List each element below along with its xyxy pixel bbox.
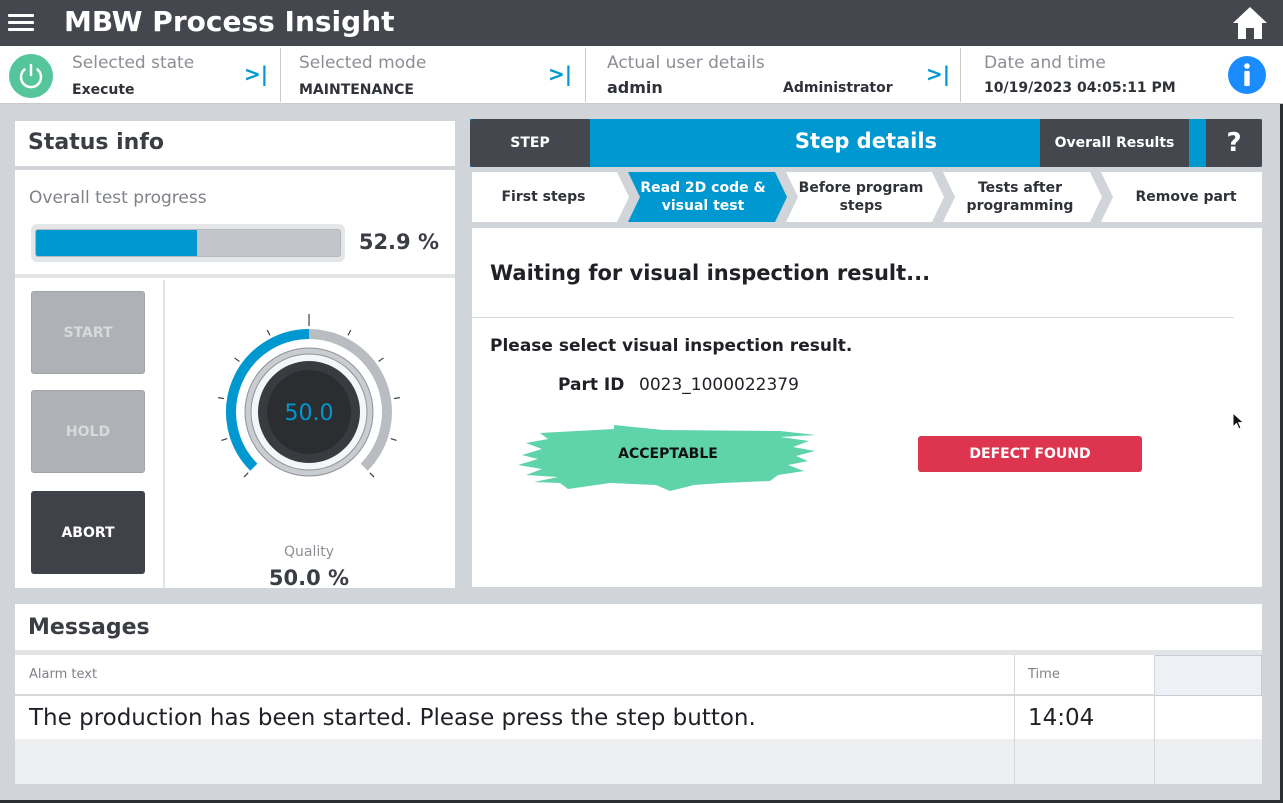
table-row[interactable] xyxy=(15,739,1262,784)
divider xyxy=(585,48,586,102)
gauge-tick xyxy=(221,438,228,442)
user-name: admin xyxy=(607,78,663,97)
chevron-right-bar-icon[interactable]: >| xyxy=(244,62,268,86)
message-text: The production has been started. Please … xyxy=(29,705,756,731)
divider xyxy=(15,274,455,278)
step-before-program[interactable]: Before program steps xyxy=(798,172,924,222)
column-header-time[interactable]: Time xyxy=(1014,655,1154,696)
acceptable-button[interactable]: ACCEPTABLE xyxy=(518,425,818,493)
gauge-tick xyxy=(243,472,249,478)
step-details-title: Step details xyxy=(794,129,938,153)
divider xyxy=(472,317,1234,318)
start-button[interactable]: START xyxy=(31,291,145,374)
divider xyxy=(163,280,165,588)
selected-mode-label: Selected mode xyxy=(299,53,427,73)
gauge-tick xyxy=(393,397,400,400)
gauge-tick xyxy=(378,357,384,362)
divider xyxy=(280,48,281,102)
progress-fill xyxy=(36,230,197,256)
messages-title: Messages xyxy=(28,615,150,640)
datetime-value: 10/19/2023 04:05:11 PM xyxy=(984,80,1176,96)
column-header-extra[interactable] xyxy=(1154,655,1262,696)
step-button[interactable]: STEP xyxy=(470,119,590,167)
divider xyxy=(1154,655,1155,784)
datetime-label: Date and time xyxy=(984,53,1106,73)
step-details-header: STEP Step details Overall Results ? xyxy=(470,119,1262,167)
abort-button[interactable]: ABORT xyxy=(31,491,145,574)
menu-icon[interactable] xyxy=(8,10,34,36)
hold-button[interactable]: HOLD xyxy=(31,390,145,473)
gauge-tick xyxy=(234,357,240,362)
column-header-alarm-text[interactable]: Alarm text xyxy=(15,655,1014,696)
progress-label: Overall test progress xyxy=(29,188,207,208)
defect-found-button[interactable]: DEFECT FOUND xyxy=(918,436,1142,472)
progress-value: 52.9 % xyxy=(358,230,439,254)
selected-state-value: Execute xyxy=(72,82,135,98)
acceptable-label: ACCEPTABLE xyxy=(618,446,718,462)
divider xyxy=(960,48,961,102)
gauge-value: 50.0 xyxy=(285,401,334,426)
messages-panel: Messages Alarm text Time The production … xyxy=(15,604,1262,784)
gauge-tick xyxy=(390,438,397,442)
selected-mode-value: MAINTENANCE xyxy=(299,82,414,98)
help-button[interactable]: ? xyxy=(1206,119,1262,167)
step-first-steps[interactable]: First steps xyxy=(476,172,611,222)
quality-label: Quality xyxy=(283,544,335,560)
info-bar: Selected state Execute >| Selected mode … xyxy=(0,46,1283,104)
progress-bar xyxy=(31,224,345,262)
info-icon[interactable] xyxy=(1228,56,1266,94)
mouse-cursor-icon xyxy=(1232,412,1245,430)
status-info-title: Status info xyxy=(28,130,165,155)
gauge-tick xyxy=(218,397,225,400)
divider xyxy=(1014,655,1015,784)
message-time: 14:04 xyxy=(1028,705,1095,731)
quality-gauge: 50.0 xyxy=(218,314,400,478)
app-title: MBW Process Insight xyxy=(64,5,395,38)
power-icon[interactable] xyxy=(9,54,53,98)
part-id-value: 0023_1000022379 xyxy=(639,375,799,395)
status-info-panel: Overall test progress 52.9 % START HOLD … xyxy=(15,170,455,590)
gauge-tick xyxy=(347,329,352,336)
content-title: Waiting for visual inspection result... xyxy=(490,261,931,285)
gauge-tick xyxy=(369,472,375,478)
part-id-label: Part ID xyxy=(558,375,625,395)
chevron-right-bar-icon[interactable]: >| xyxy=(548,62,572,86)
step-remove-part[interactable]: Remove part xyxy=(1112,172,1260,222)
process-stepper: First steps Read 2D code & visual test B… xyxy=(472,172,1262,222)
gauge-tick xyxy=(266,329,271,336)
home-icon[interactable] xyxy=(1231,5,1269,41)
quality-value: 50.0 % xyxy=(268,566,350,590)
chevron-right-bar-icon[interactable]: >| xyxy=(926,62,950,86)
step-tests-after-programming[interactable]: Tests after programming xyxy=(956,172,1084,222)
user-details-label: Actual user details xyxy=(607,53,765,73)
selected-state-label: Selected state xyxy=(72,53,195,73)
step-read-2d-code[interactable]: Read 2D code & visual test xyxy=(638,172,768,222)
status-info-header: Status info xyxy=(15,121,455,166)
step-content: Waiting for visual inspection result... … xyxy=(472,228,1262,587)
overall-results-button[interactable]: Overall Results xyxy=(1040,119,1189,167)
content-subtitle: Please select visual inspection result. xyxy=(490,336,853,356)
user-role: Administrator xyxy=(783,80,893,96)
top-bar: MBW Process Insight xyxy=(0,0,1283,46)
